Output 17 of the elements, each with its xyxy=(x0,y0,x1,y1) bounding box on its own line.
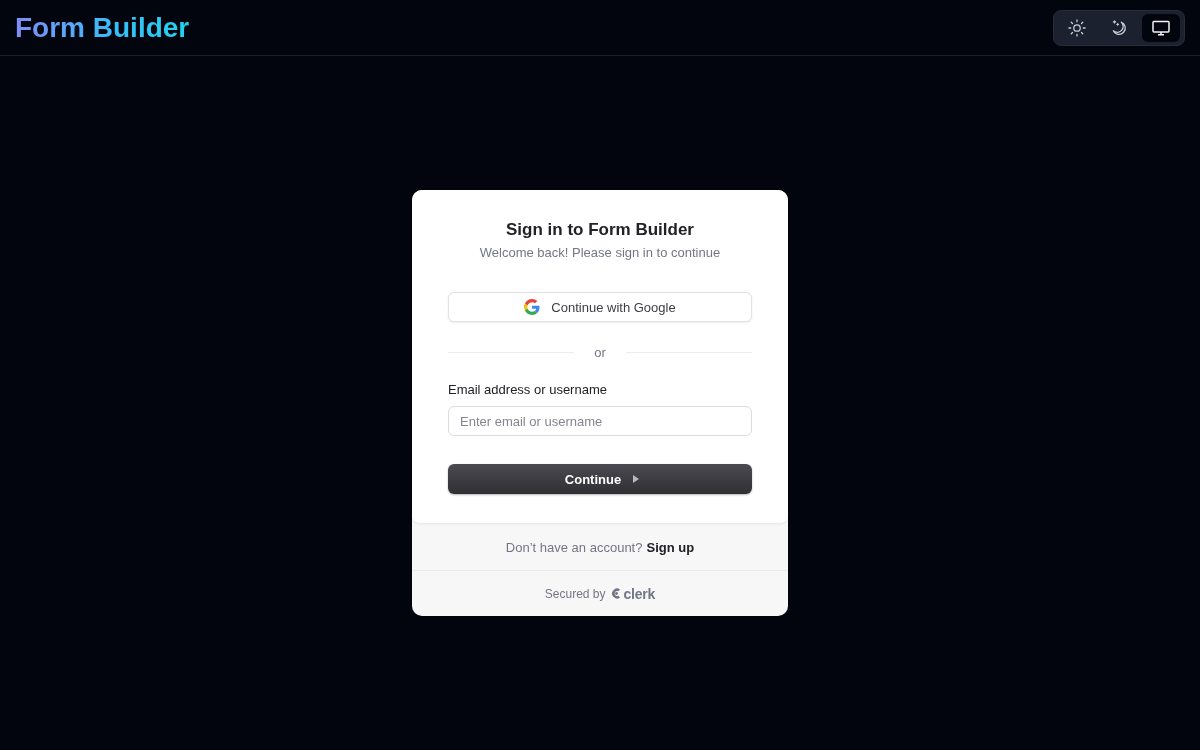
card-subtitle: Welcome back! Please sign in to continue xyxy=(478,244,722,262)
moon-stars-icon xyxy=(1110,18,1128,37)
clerk-brand-name: clerk xyxy=(623,585,656,602)
sign-up-prompt: Don’t have an account? xyxy=(505,539,643,555)
continue-button[interactable]: Continue xyxy=(448,464,752,494)
sign-up-link[interactable]: Sign up xyxy=(646,539,695,555)
sun-icon xyxy=(1068,18,1086,37)
field-label: Email address or username xyxy=(448,381,608,399)
google-g-icon xyxy=(524,299,541,315)
system-theme-button[interactable] xyxy=(1142,13,1180,42)
caret-icon xyxy=(633,475,640,483)
clerk-logo-icon xyxy=(610,587,622,600)
google-sign-in-button[interactable]: Continue with Google xyxy=(448,292,752,322)
card-title: Sign in to Form Builder xyxy=(505,219,695,241)
divider-label: or xyxy=(593,344,607,360)
secured-by-label: Secured by xyxy=(544,586,606,601)
email-input-field[interactable]: Enter email or username xyxy=(448,406,752,436)
